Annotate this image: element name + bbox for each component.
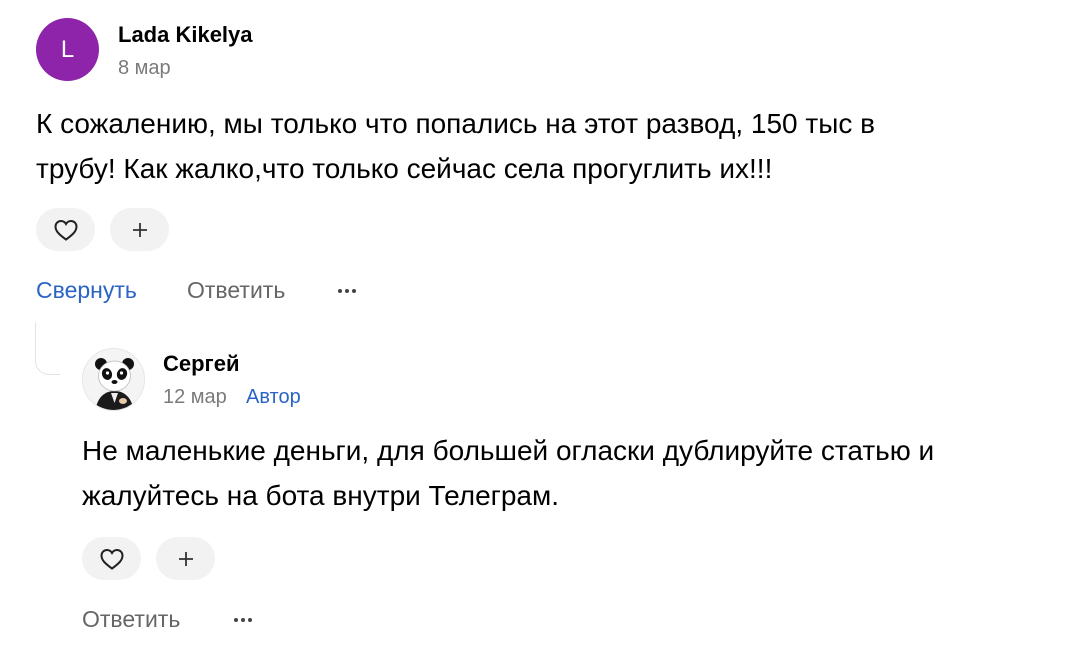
thread-connector (35, 322, 60, 375)
like-button[interactable] (36, 208, 95, 251)
plus-icon (132, 222, 147, 237)
reply-date: 12 мар (163, 386, 227, 408)
heart-icon (53, 219, 78, 241)
comment-text-line-1: К сожалению, мы только что попались на э… (36, 108, 876, 139)
reply-reply-button[interactable]: Ответить (82, 606, 180, 633)
author-badge: Автор (246, 386, 301, 408)
avatar-image (83, 349, 144, 410)
heart-icon (99, 548, 124, 570)
reply-author-name[interactable]: Сергей (163, 351, 239, 377)
panda-avatar[interactable] (82, 348, 145, 411)
collapse-button[interactable]: Свернуть (36, 277, 137, 304)
comment-date: 8 мар (118, 57, 171, 79)
reply-text-line-2: жалуйтесь на бота внутри Телеграм. (82, 480, 560, 511)
reply-text-line-1: Не маленькие деньги, для большей огласки… (82, 435, 935, 466)
add-reaction-button[interactable] (110, 208, 169, 251)
more-dots-icon[interactable] (338, 289, 356, 293)
comment-author-name[interactable]: Lada Kikelya (118, 22, 253, 48)
reply-add-reaction-button[interactable] (156, 537, 215, 580)
reply-like-button[interactable] (82, 537, 141, 580)
more-dots-icon[interactable] (234, 618, 252, 622)
reply-button[interactable]: Ответить (187, 277, 285, 304)
comment-text-line-2: трубу! Как жалко,что только сейчас села … (36, 153, 773, 184)
plus-icon (178, 551, 193, 566)
avatar[interactable]: L (36, 18, 99, 81)
